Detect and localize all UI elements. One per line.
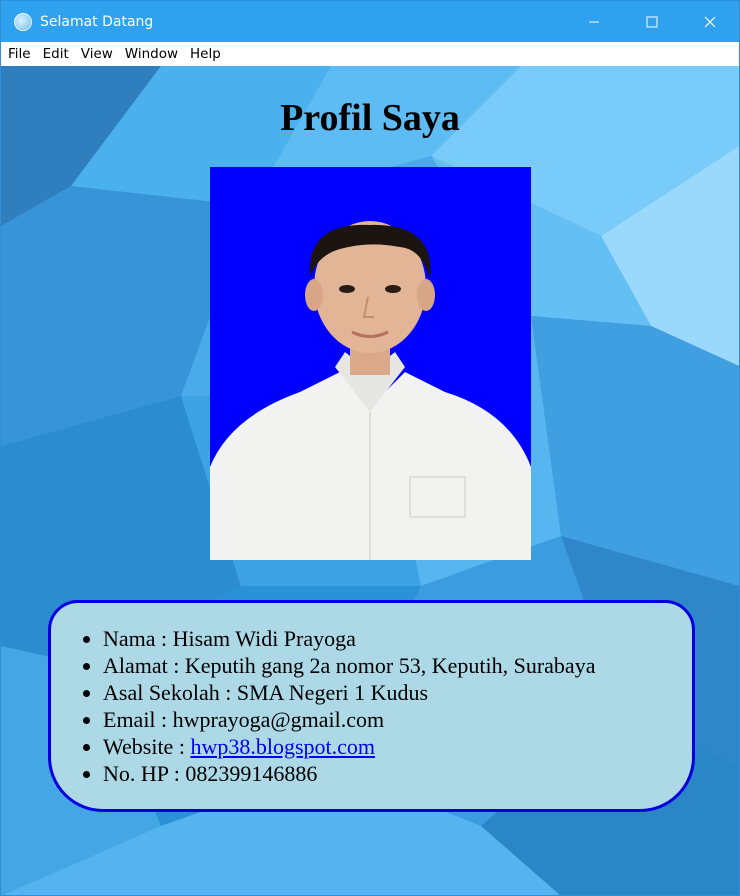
page-content: Profil Saya Nama : Hisam Wid [1,66,739,895]
list-item-sekolah: Asal Sekolah : SMA Negeri 1 Kudus [103,679,595,706]
website-label: Website : [103,734,191,759]
profile-photo [210,167,531,560]
menu-edit[interactable]: Edit [37,46,75,62]
page-title: Profil Saya [280,97,460,139]
window-controls [565,1,739,42]
email-value: hwprayoga@gmail.com [172,707,385,732]
window-title: Selamat Datang [40,13,154,30]
profile-info-box: Nama : Hisam Widi Prayoga Alamat : Keput… [48,600,695,812]
hp-value: 082399146886 [185,761,318,786]
hp-label: No. HP : [103,761,186,786]
nama-label: Nama : [103,626,173,651]
list-item-hp: No. HP : 082399146886 [103,760,595,787]
close-button[interactable] [681,1,739,42]
sekolah-value: SMA Negeri 1 Kudus [236,680,429,705]
nama-value: Hisam Widi Prayoga [172,626,356,651]
profile-info-list: Nama : Hisam Widi Prayoga Alamat : Keput… [103,625,595,787]
close-icon [704,16,716,27]
portrait-illustration [210,167,531,560]
app-icon [14,12,32,31]
minimize-icon [589,21,599,22]
title-bar[interactable]: Selamat Datang [1,1,739,42]
alamat-value: Keputih gang 2a nomor 53, Keputih, Surab… [184,653,596,678]
maximize-button[interactable] [623,1,681,42]
menu-window[interactable]: Window [119,46,184,62]
email-label: Email : [103,707,173,732]
menu-file[interactable]: File [1,46,37,62]
menu-help[interactable]: Help [184,46,227,62]
sekolah-label: Asal Sekolah : [103,680,237,705]
list-item-alamat: Alamat : Keputih gang 2a nomor 53, Keput… [103,652,595,679]
website-link[interactable]: hwp38.blogspot.com [190,734,375,759]
maximize-icon [646,16,658,27]
list-item-nama: Nama : Hisam Widi Prayoga [103,625,595,652]
app-window: Selamat Datang File Edit View Window Hel… [0,0,740,896]
list-item-email: Email : hwprayoga@gmail.com [103,706,595,733]
minimize-button[interactable] [565,1,623,42]
menu-bar: File Edit View Window Help [1,42,739,66]
alamat-label: Alamat : [103,653,185,678]
menu-view[interactable]: View [75,46,119,62]
list-item-website: Website : hwp38.blogspot.com [103,733,595,760]
